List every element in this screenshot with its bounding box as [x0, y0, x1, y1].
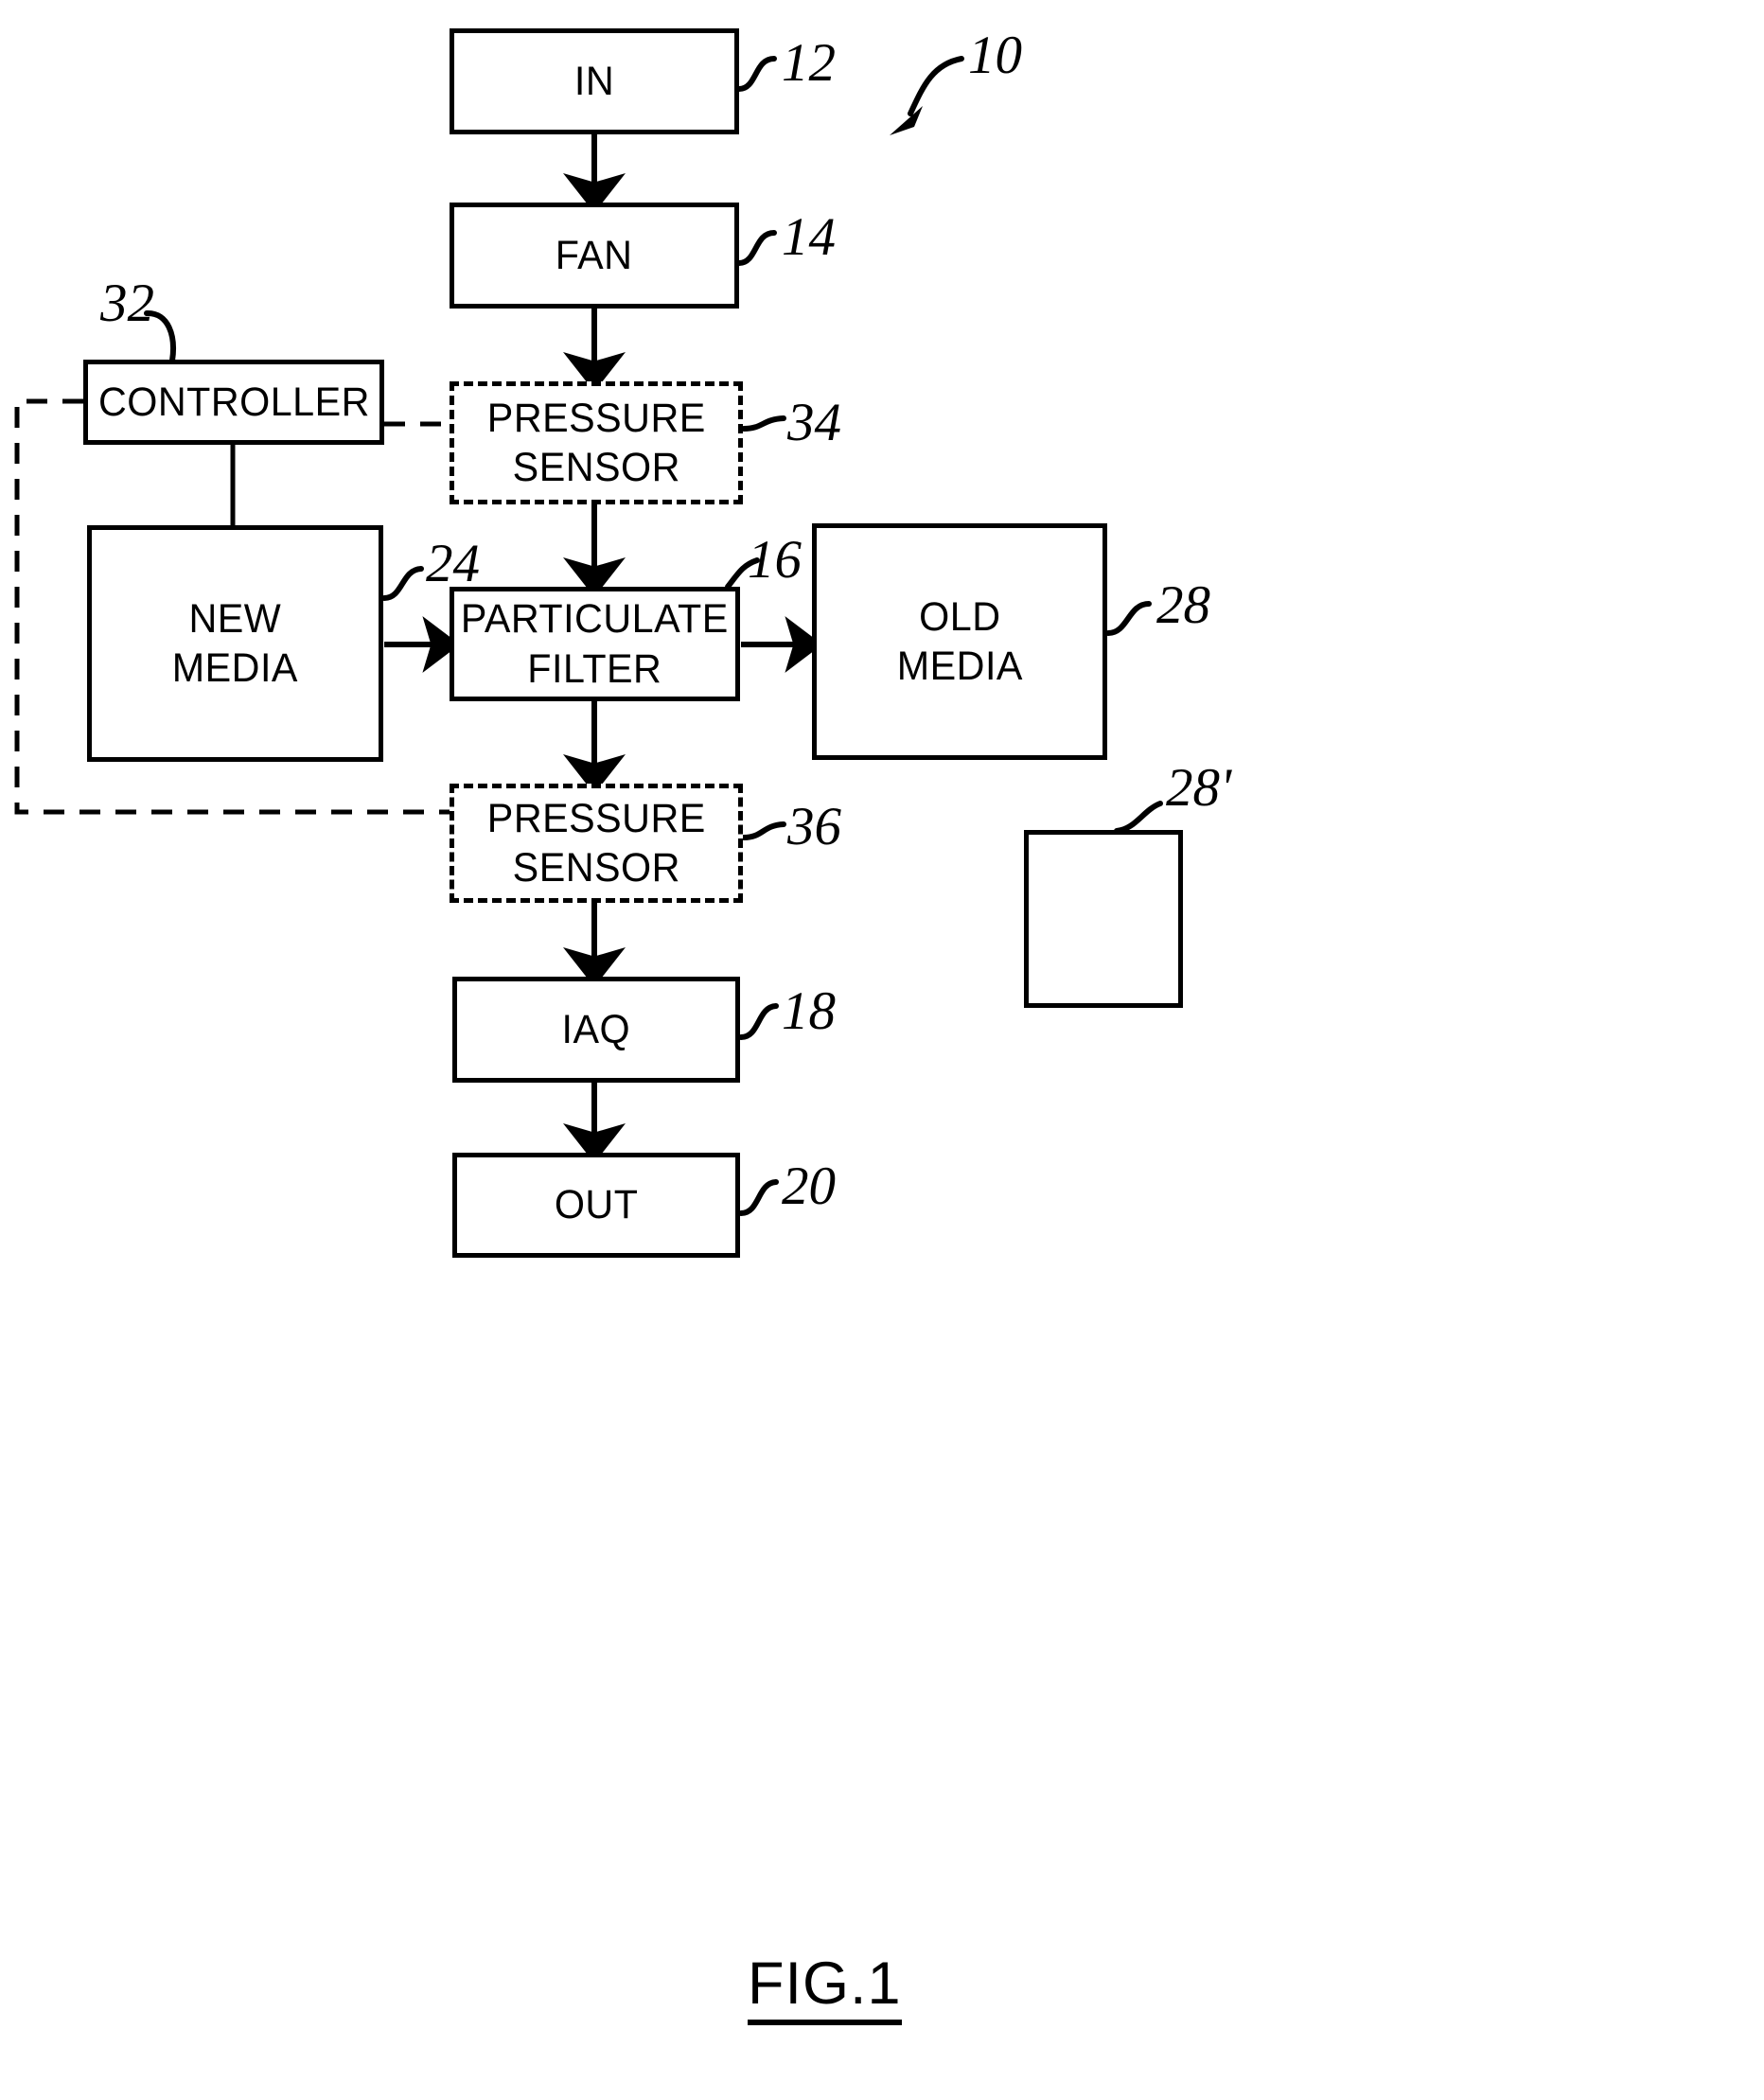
leader-line-36: [741, 821, 786, 840]
figure-caption: FIG.1: [748, 1950, 902, 2025]
node-in-label: IN: [573, 58, 615, 104]
node-pressure-sensor-upstream[interactable]: PRESSURE SENSOR: [450, 381, 743, 504]
node-particulate-filter-label: PARTICULATE FILTER: [461, 596, 729, 692]
leader-line-28-prime: [1114, 801, 1163, 834]
node-iaq-label: IAQ: [561, 1006, 631, 1052]
node-out-label: OUT: [554, 1182, 639, 1228]
node-out[interactable]: OUT: [452, 1153, 740, 1258]
reference-numeral-14: 14: [782, 207, 836, 267]
node-old-media-label: OLD MEDIA: [896, 593, 1023, 689]
reference-numeral-28-prime: 28': [1166, 758, 1232, 818]
node-old-media[interactable]: OLD MEDIA: [812, 523, 1107, 760]
node-pressure-sensor-downstream-label: PRESSURE SENSOR: [486, 795, 706, 891]
reference-numeral-10: 10: [968, 26, 1022, 85]
node-fan[interactable]: FAN: [450, 203, 739, 309]
leader-line-34: [741, 415, 786, 432]
node-fan-label: FAN: [556, 232, 633, 278]
node-controller-label: CONTROLLER: [97, 379, 370, 425]
leader-line-14: [736, 230, 777, 266]
node-new-media[interactable]: NEW MEDIA: [87, 525, 383, 762]
reference-numeral-36: 36: [787, 797, 841, 856]
reference-numeral-20: 20: [782, 1156, 836, 1216]
node-iaq[interactable]: IAQ: [452, 977, 740, 1083]
patent-figure-page: IN FAN CONTROLLER PRESSURE SENSOR NEW ME…: [0, 0, 1764, 2100]
leader-line-18: [738, 1003, 779, 1040]
diagram-vector-layer: [14, 56, 1163, 1216]
node-particulate-filter[interactable]: PARTICULATE FILTER: [450, 587, 740, 701]
leader-line-28: [1105, 601, 1152, 636]
node-in[interactable]: IN: [450, 28, 739, 134]
reference-numeral-32: 32: [100, 274, 154, 333]
node-media-alternate[interactable]: [1024, 830, 1183, 1008]
reference-numeral-18: 18: [782, 981, 836, 1041]
node-pressure-sensor-downstream[interactable]: PRESSURE SENSOR: [450, 784, 743, 903]
node-controller[interactable]: CONTROLLER: [83, 360, 384, 445]
node-new-media-label: NEW MEDIA: [171, 595, 299, 691]
reference-numeral-28: 28: [1156, 575, 1210, 635]
leader-line-10-arrow: [890, 56, 964, 135]
node-pressure-sensor-upstream-label: PRESSURE SENSOR: [486, 395, 706, 490]
leader-line-12: [736, 56, 777, 92]
reference-numeral-34: 34: [787, 393, 841, 452]
reference-numeral-12: 12: [782, 33, 836, 93]
leader-line-24: [381, 566, 424, 601]
leader-line-20: [738, 1179, 779, 1216]
reference-numeral-24: 24: [426, 534, 480, 593]
reference-numeral-16: 16: [748, 530, 802, 590]
